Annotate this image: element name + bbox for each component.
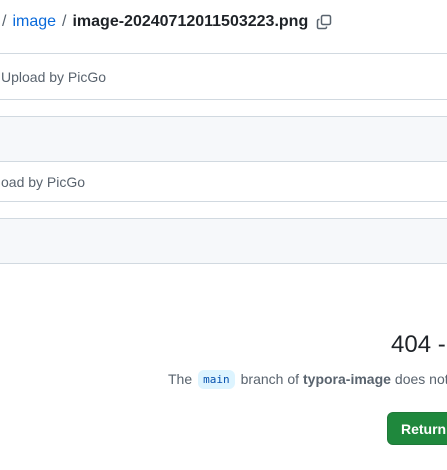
- copy-path-button[interactable]: [314, 12, 334, 32]
- commit-row-header: [0, 218, 447, 264]
- error-desc-suffix: does not: [394, 371, 447, 387]
- error-description: The main branch of typora-image does not: [168, 368, 447, 390]
- breadcrumb: / image / image-20240712011503223.png: [0, 10, 334, 34]
- repo-name: typora-image: [303, 371, 391, 387]
- error-title: 404 -: [391, 331, 446, 358]
- breadcrumb-separator: /: [62, 13, 67, 30]
- commit-row-header: [0, 116, 447, 162]
- branch-code-badge: main: [198, 369, 235, 389]
- commit-message[interactable]: Upload by PicGo: [1, 69, 106, 85]
- commit-message[interactable]: oad by PicGo: [1, 174, 85, 190]
- commit-row: oad by PicGo: [0, 161, 447, 202]
- error-desc-middle: branch of: [240, 371, 299, 387]
- copy-icon: [316, 14, 332, 30]
- breadcrumb-folder-link[interactable]: image: [12, 13, 56, 31]
- page: / image / image-20240712011503223.png Up…: [0, 0, 447, 470]
- return-button[interactable]: Return: [387, 412, 447, 445]
- commit-row: Upload by PicGo: [0, 53, 447, 100]
- breadcrumb-separator: /: [2, 13, 7, 30]
- error-desc-prefix: The: [168, 371, 193, 387]
- breadcrumb-file-name: image-20240712011503223.png: [72, 13, 309, 30]
